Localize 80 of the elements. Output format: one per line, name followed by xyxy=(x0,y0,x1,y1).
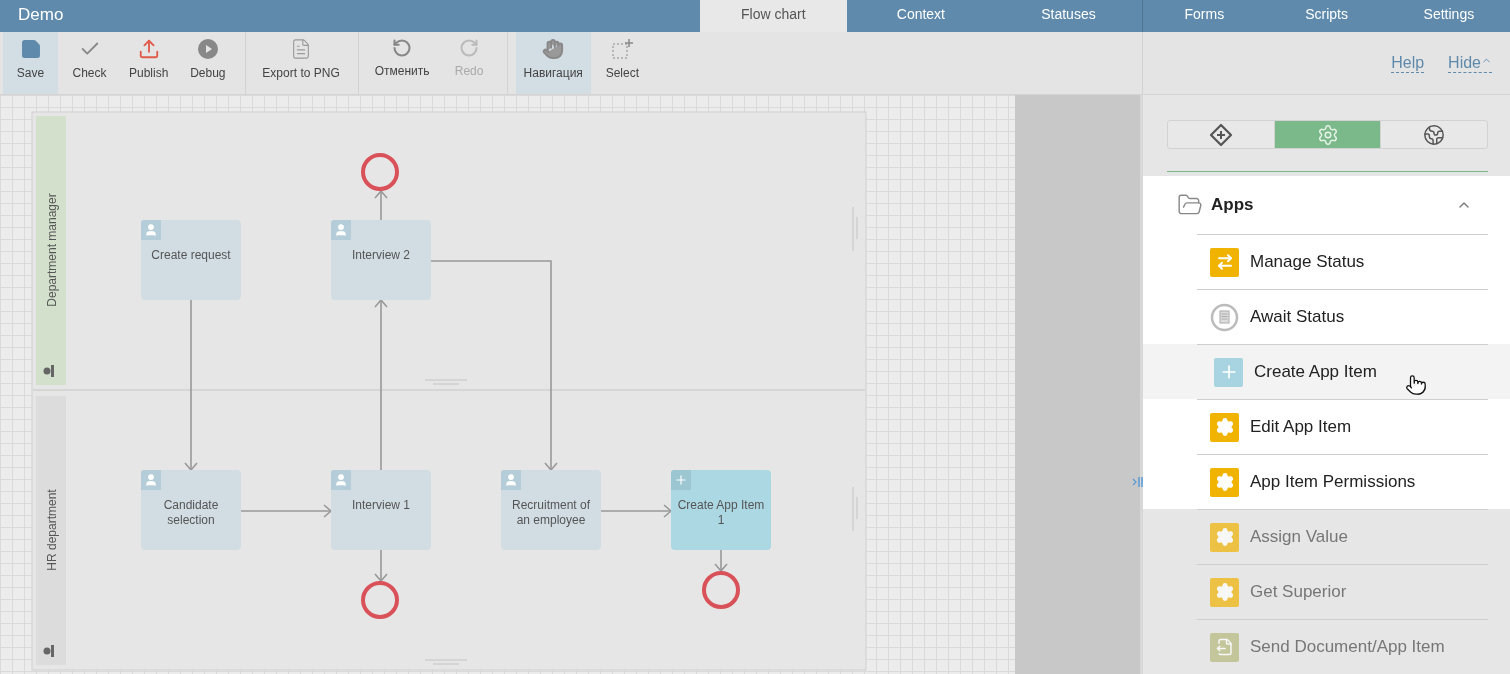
task-label: Create App Item 1 xyxy=(676,498,766,528)
task-label: Candidate selection xyxy=(162,498,220,528)
settings-icon xyxy=(1316,123,1339,146)
task-node[interactable]: Create request xyxy=(141,220,241,300)
save-icon xyxy=(19,38,42,60)
section-header[interactable]: Apps xyxy=(1143,176,1510,234)
document-icon xyxy=(1210,632,1239,662)
gear-icon xyxy=(1210,522,1239,552)
plus-icon xyxy=(1214,357,1243,387)
task-label: Create request xyxy=(150,248,232,263)
element-label: Create App Item xyxy=(1254,362,1377,382)
select-area-icon xyxy=(611,38,634,60)
user-icon xyxy=(331,470,351,490)
select-button[interactable]: Select xyxy=(594,32,650,94)
collapse-handle-icon[interactable] xyxy=(1132,475,1144,489)
element-label: App Item Permissions xyxy=(1250,472,1416,492)
document-circle-icon xyxy=(1210,302,1239,332)
section-title: Apps xyxy=(1211,195,1255,215)
element-label: Manage Status xyxy=(1250,252,1365,272)
connector-arrow xyxy=(714,549,728,573)
globe-icon xyxy=(1423,123,1446,146)
user-icon xyxy=(331,220,351,240)
task-node[interactable]: Recruitment of an employee xyxy=(501,470,601,550)
debug-button[interactable]: Debug xyxy=(180,32,236,94)
navigate-button[interactable]: Навигация xyxy=(515,32,591,94)
undo-icon xyxy=(392,38,413,58)
task-node[interactable]: Create App Item 1 xyxy=(671,470,771,550)
tab[interactable]: Forms xyxy=(1143,0,1266,32)
task-node[interactable]: Interview 2 xyxy=(331,220,431,300)
plus-icon xyxy=(671,470,691,490)
user-icon xyxy=(141,220,161,240)
end-event[interactable] xyxy=(361,153,399,191)
element-item[interactable]: Create App Item xyxy=(1143,344,1510,399)
task-label: Recruitment of an employee xyxy=(511,498,591,528)
tab[interactable]: Statuses xyxy=(994,0,1143,32)
play-icon xyxy=(196,38,219,60)
save-button[interactable]: Save xyxy=(3,32,58,94)
task-node[interactable]: Interview 1 xyxy=(331,470,431,550)
element-label: Edit App Item xyxy=(1250,417,1352,437)
tab[interactable]: Scripts xyxy=(1265,0,1388,32)
lane-header[interactable] xyxy=(36,396,66,665)
hand-cursor-icon xyxy=(1405,374,1427,396)
swap-icon xyxy=(1210,247,1239,277)
hand-icon xyxy=(542,38,565,60)
element-label: Send Document/App Item xyxy=(1250,637,1445,657)
gear-icon xyxy=(1210,577,1239,607)
lane-label: HR department xyxy=(45,489,59,571)
connector-arrow xyxy=(374,549,388,583)
element-label: Get Superior xyxy=(1250,582,1347,602)
lane-icon xyxy=(43,645,54,657)
diamond-plus-icon xyxy=(1208,122,1233,147)
check-button[interactable]: Check xyxy=(62,32,117,94)
lane-header[interactable] xyxy=(36,116,66,385)
app-title: Demo xyxy=(17,4,65,26)
task-label: Interview 2 xyxy=(351,248,411,263)
tab[interactable]: Context xyxy=(847,0,995,32)
lane-icon xyxy=(43,365,54,377)
element-label: Await Status xyxy=(1250,307,1345,327)
task-label: Interview 1 xyxy=(351,498,411,513)
element-item[interactable]: Edit App Item xyxy=(1143,399,1510,454)
user-icon xyxy=(141,470,161,490)
gear-icon xyxy=(1210,412,1239,442)
end-event[interactable] xyxy=(361,581,399,619)
tab[interactable]: Flow chart xyxy=(699,0,848,32)
export-button[interactable]: Export to PNG xyxy=(254,32,348,94)
connector-arrow xyxy=(374,189,388,221)
element-item[interactable]: App Item Permissions xyxy=(1143,454,1510,509)
task-node[interactable]: Candidate selection xyxy=(141,470,241,550)
user-icon xyxy=(501,470,521,490)
publish-button[interactable]: Publish xyxy=(121,32,177,94)
undo-button[interactable]: Отменить xyxy=(366,32,438,94)
gear-icon xyxy=(1210,467,1239,497)
end-event[interactable] xyxy=(702,571,740,609)
tab[interactable]: Settings xyxy=(1387,0,1510,32)
element-item[interactable]: Manage Status xyxy=(1143,234,1510,289)
redo-icon xyxy=(459,38,480,58)
lane-label: Department manager xyxy=(45,193,59,307)
upload-icon xyxy=(137,38,160,60)
element-label: Assign Value xyxy=(1250,527,1348,547)
element-item[interactable]: Await Status xyxy=(1143,289,1510,344)
